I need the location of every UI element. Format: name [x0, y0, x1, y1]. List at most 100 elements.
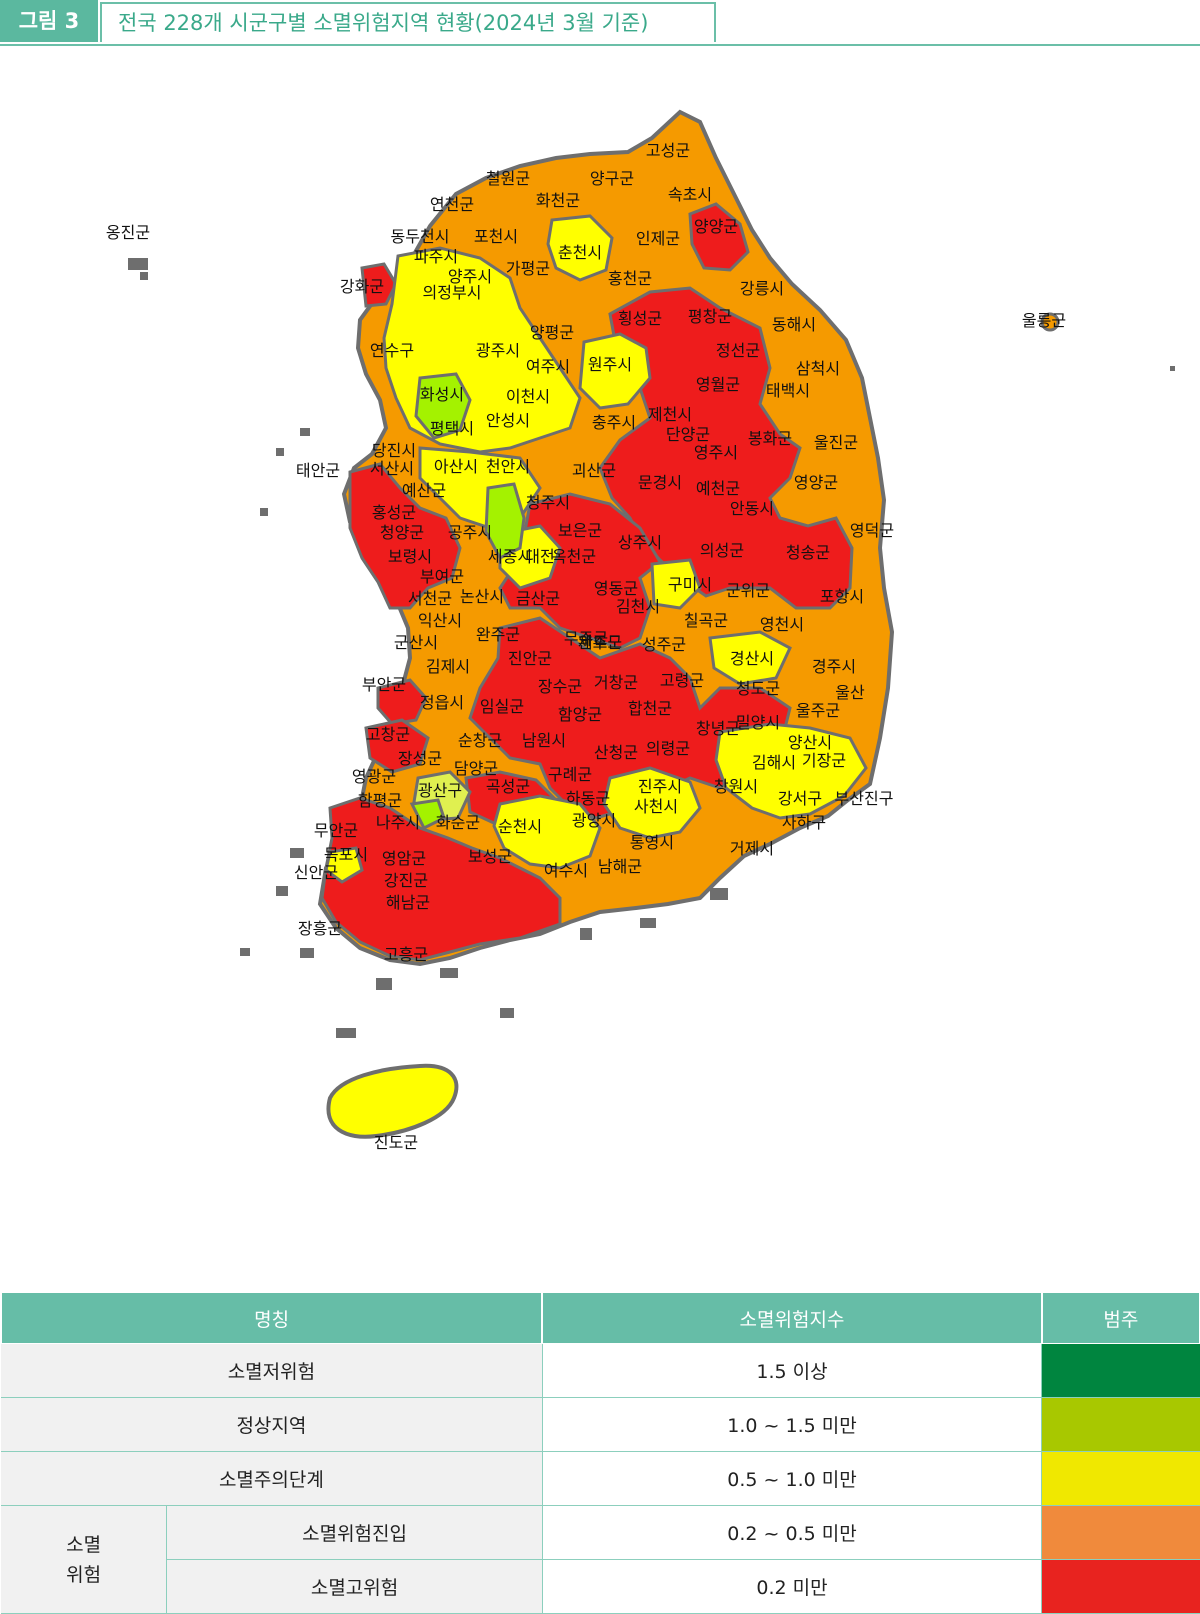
map-label: 양산시 — [788, 733, 832, 752]
map-label: 금산군 — [516, 589, 560, 608]
map-label: 예천군 — [696, 479, 740, 498]
map-label: 남해군 — [598, 857, 642, 876]
island-south-2 — [440, 968, 458, 978]
map-label: 춘천시 — [558, 243, 602, 262]
map-label: 대전 — [525, 547, 554, 566]
map-label: 강릉시 — [740, 279, 784, 298]
map-label: 안동시 — [730, 499, 774, 518]
map-label: 영암군 — [382, 849, 426, 868]
map-label: 평택시 — [430, 419, 474, 438]
map-label: 속초시 — [668, 185, 712, 204]
island-sw-3 — [300, 948, 314, 958]
map-label: 가평군 — [506, 259, 550, 278]
map-label: 김제시 — [426, 657, 470, 676]
map-label: 장수군 — [538, 677, 582, 696]
map-label: 아산시 — [434, 457, 478, 476]
map-label: 부산진구 — [835, 789, 894, 808]
map-label: 거제시 — [730, 839, 774, 858]
map-label: 순천시 — [498, 817, 542, 836]
map-label: 남원시 — [522, 731, 566, 750]
map-label: 괴산군 — [572, 461, 616, 480]
map-label: 하동군 — [566, 789, 610, 808]
map-label: 양양군 — [694, 217, 738, 236]
map-label: 울릉군 — [1022, 311, 1066, 330]
map-label: 고령군 — [660, 671, 704, 690]
map-label: 군위군 — [726, 581, 770, 600]
map-label: 울진군 — [814, 433, 858, 452]
map-label: 당진시 — [372, 441, 416, 460]
island-east-dot — [1170, 366, 1175, 371]
map-label: 강진군 — [384, 871, 428, 890]
legend-row: 소멸주의단계 0.5 ~ 1.0 미만 — [1, 1451, 1200, 1506]
island-south-1 — [376, 978, 392, 990]
map-label: 충주시 — [592, 413, 636, 432]
legend-header-category: 범주 — [1040, 1292, 1200, 1344]
island-west-3 — [260, 508, 268, 516]
map-label: 익산시 — [418, 611, 462, 630]
legend-row: 정상지역 1.0 ~ 1.5 미만 — [1, 1397, 1200, 1452]
legend-index: 0.2 ~ 0.5 미만 — [542, 1505, 1043, 1560]
map-label: 울주군 — [796, 701, 840, 720]
figure-title: 전국 228개 시군구별 소멸위험지역 현황(2024년 3월 기준) — [118, 11, 649, 35]
map-label: 나주시 — [376, 813, 420, 832]
map-label: 군산시 — [394, 633, 438, 652]
map-label: 보령시 — [388, 547, 432, 566]
map-label: 산청군 — [594, 743, 638, 762]
map-label: 홍성군 — [372, 503, 416, 522]
map-label: 화성시 — [420, 385, 464, 404]
map-label: 의성군 — [700, 541, 744, 560]
map-label: 예산군 — [402, 481, 446, 500]
map-label: 철원군 — [486, 169, 530, 188]
map-label: 부여군 — [420, 567, 464, 586]
island-ongjin — [128, 258, 148, 270]
map-label: 함평군 — [358, 791, 402, 810]
map-label: 천안시 — [486, 457, 530, 476]
map-label: 논산시 — [460, 587, 504, 606]
legend-header-row: 명칭 소멸위험지수 범주 — [0, 1292, 1200, 1344]
map-label: 공주시 — [448, 523, 492, 542]
map-label: 거창군 — [594, 673, 638, 692]
island-south-6 — [640, 918, 656, 928]
map-label: 칠곡군 — [684, 611, 728, 630]
map-label: 진도군 — [374, 1133, 418, 1152]
map-label: 강서구 — [778, 789, 822, 808]
map-label: 의정부시 — [423, 283, 482, 302]
legend-swatch-entry — [1041, 1505, 1200, 1560]
map-label: 이천시 — [506, 387, 550, 406]
map-label: 영천시 — [760, 615, 804, 634]
map-label: 홍천군 — [608, 269, 652, 288]
map-label: 파주시 — [414, 247, 458, 266]
map-label: 동두천시 — [391, 227, 450, 246]
legend-swatch-normal — [1041, 1397, 1200, 1452]
legend-index: 0.5 ~ 1.0 미만 — [542, 1451, 1043, 1506]
map-label: 합천군 — [628, 699, 672, 718]
map-label: 담양군 — [454, 759, 498, 778]
map-label: 경산시 — [730, 649, 774, 668]
map-label: 영주시 — [694, 443, 738, 462]
map-label: 평창군 — [688, 307, 732, 326]
map-label: 기장군 — [802, 751, 846, 770]
map-label: 안성시 — [486, 411, 530, 430]
map-label: 진주시 — [638, 777, 682, 796]
map-label: 동해시 — [772, 315, 816, 334]
map-label: 창녕군 — [696, 719, 740, 738]
map-label: 고흥군 — [384, 945, 428, 964]
map-label: 옥천군 — [552, 547, 596, 566]
map-label: 원주시 — [588, 355, 632, 374]
legend-group-line1: 소멸 — [66, 1533, 102, 1556]
map-label: 의령군 — [646, 739, 690, 758]
island-sw-2 — [276, 886, 288, 896]
map-label: 고성군 — [646, 141, 690, 160]
map-label: 성주군 — [642, 635, 686, 654]
map-label: 청주시 — [526, 493, 570, 512]
region-jeju — [326, 1063, 459, 1139]
legend-index: 1.0 ~ 1.5 미만 — [542, 1397, 1043, 1452]
map-label: 임실군 — [480, 697, 524, 716]
legend-swatch-very-low — [1041, 1343, 1200, 1398]
map-label: 경주시 — [812, 657, 856, 676]
map-label: 곡성군 — [486, 777, 530, 796]
map-label: 신안군 — [294, 863, 338, 882]
map-label: 단양군 — [666, 425, 710, 444]
map-label: 여수시 — [544, 861, 588, 880]
legend-row: 소멸저위험 1.5 이상 — [1, 1343, 1200, 1398]
